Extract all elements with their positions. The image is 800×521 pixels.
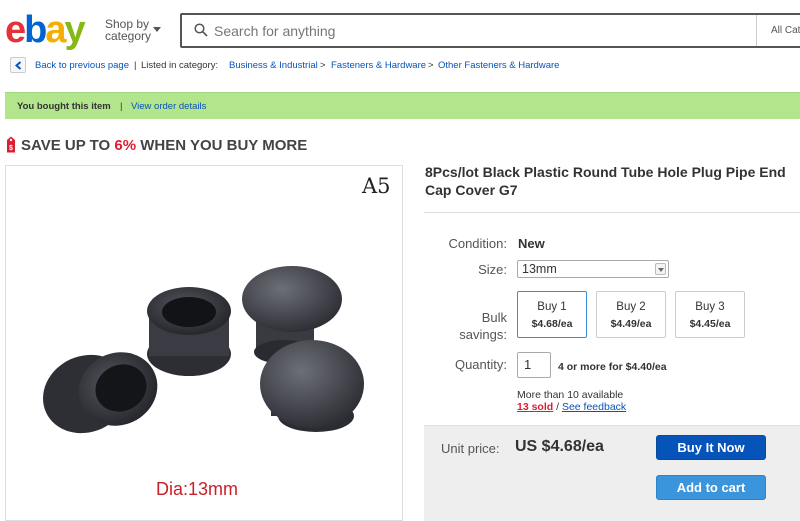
ebay-logo[interactable]: ebay [5, 10, 86, 50]
bulk-option-price: $4.45/ea [689, 318, 731, 330]
quantity-discount-note: 4 or more for $4.40/ea [558, 361, 667, 373]
bulk-option-price: $4.49/ea [610, 318, 652, 330]
header: ebay Shop by category Search for anythin… [0, 0, 800, 56]
sold-count-link[interactable]: 13 sold [517, 401, 553, 413]
bought-item-text: You bought this item [17, 101, 111, 112]
sold-separator: / [553, 401, 562, 413]
chevron-down-icon [655, 263, 666, 275]
unit-price-label: Unit price: [441, 441, 500, 456]
search-icon [194, 23, 208, 37]
price-tag-icon: $ [7, 136, 15, 153]
breadcrumb-arrow: > [428, 60, 434, 71]
size-label: Size: [478, 262, 507, 277]
add-to-cart-button[interactable]: Add to cart [656, 475, 766, 500]
category-label: category [105, 29, 152, 43]
bulk-option-price: $4.68/ea [531, 318, 573, 330]
save-banner-prefix: SAVE UP TO [21, 137, 115, 154]
save-banner-percent: 6% [114, 137, 137, 154]
size-selected-value: 13mm [522, 262, 557, 276]
breadcrumb-item-fasteners-hardware[interactable]: Fasteners & Hardware [331, 60, 426, 71]
search-placeholder: Search for anything [214, 23, 336, 39]
product-image[interactable]: A5 Dia:13mm [5, 165, 403, 521]
search-input[interactable]: Search for anything All Cate [180, 13, 800, 48]
divider [424, 212, 800, 213]
purchase-notice-bar: You bought this item | View order detail… [5, 92, 800, 119]
shop-by-category-button[interactable]: Shop by category [105, 18, 161, 43]
diameter-caption: Dia:13mm [156, 479, 239, 499]
chevron-left-icon [14, 61, 22, 70]
chevron-down-icon [153, 27, 161, 32]
item-title: 8Pcs/lot Black Plastic Round Tube Hole P… [425, 164, 786, 198]
breadcrumb-separator: | [134, 60, 137, 71]
see-feedback-link[interactable]: See feedback [562, 401, 626, 413]
bulk-option-buy-2[interactable]: Buy 2 $4.49/ea [596, 291, 666, 338]
condition-label: Condition: [448, 236, 507, 251]
availability-text: More than 10 available [517, 389, 624, 401]
save-banner-suffix: WHEN YOU BUY MORE [136, 137, 308, 154]
unit-price-value: US $4.68/ea [515, 438, 604, 455]
bulk-option-buy-3[interactable]: Buy 3 $4.45/ea [675, 291, 745, 338]
breadcrumb-item-other-fasteners[interactable]: Other Fasteners & Hardware [438, 60, 559, 71]
buy-it-now-button[interactable]: Buy It Now [656, 435, 766, 460]
breadcrumb-arrow: > [320, 60, 326, 71]
sold-info: 13 sold / See feedback [517, 401, 626, 413]
bulk-option-qty: Buy 2 [616, 301, 646, 313]
image-corner-label: A5 [362, 174, 391, 198]
size-select[interactable]: 13mm [517, 260, 669, 278]
search-category-select[interactable]: All Cate [756, 15, 800, 46]
back-to-previous-link[interactable]: Back to previous page [35, 60, 129, 71]
listed-in-label: Listed in category: [141, 60, 219, 71]
quantity-label: Quantity: [454, 357, 507, 372]
bought-separator: | [120, 101, 123, 112]
buy-box: Unit price: US $4.68/ea Buy It Now Add t… [424, 425, 800, 521]
back-button[interactable] [10, 57, 26, 73]
bulk-option-buy-1[interactable]: Buy 1 $4.68/ea [517, 291, 587, 338]
bulk-savings-label: Bulk savings: [459, 310, 507, 342]
bulk-option-qty: Buy 1 [537, 301, 567, 313]
quantity-input[interactable]: 1 [517, 352, 551, 378]
breadcrumb-item-business-industrial[interactable]: Business & Industrial [229, 60, 318, 71]
condition-value: New [518, 236, 545, 251]
hole-plugs-illustration [43, 266, 364, 434]
view-order-details-link[interactable]: View order details [131, 101, 206, 112]
bulk-option-qty: Buy 3 [695, 301, 725, 313]
svg-text:$: $ [9, 145, 13, 152]
